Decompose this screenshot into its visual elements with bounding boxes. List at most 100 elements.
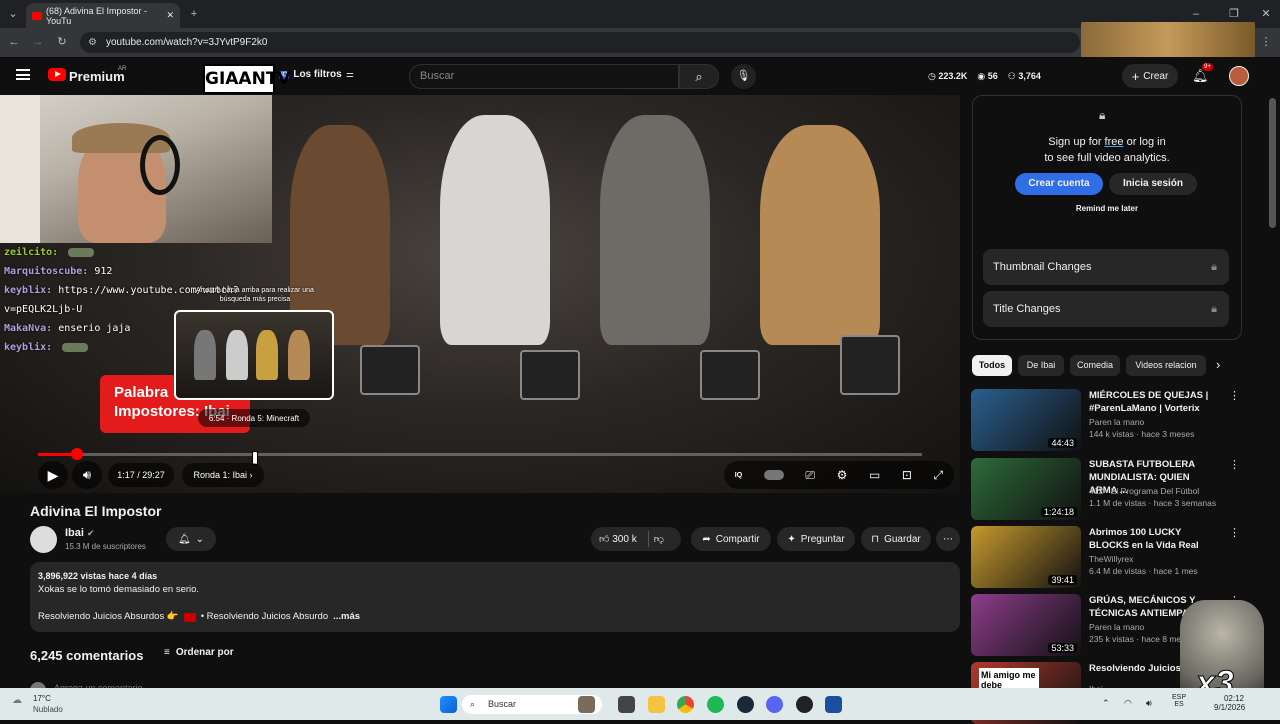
reload-icon[interactable]: ↻ bbox=[52, 32, 72, 52]
minimize-icon[interactable]: – bbox=[1186, 4, 1206, 24]
filters-label: Los filtros bbox=[293, 69, 342, 80]
remind-later-link[interactable]: Remind me later bbox=[973, 204, 1241, 213]
scrubber-handle[interactable] bbox=[70, 448, 83, 460]
related-title[interactable]: MIÉRCOLES DE QUEJAS | #ParenLaMano | Vor… bbox=[1089, 389, 1213, 415]
more-options-icon[interactable]: ⋮ bbox=[1229, 389, 1240, 402]
file-explorer-icon[interactable] bbox=[648, 696, 665, 713]
cast-icon[interactable]: ⊡ bbox=[902, 468, 912, 482]
clock[interactable]: 02:12 9/1/2026 bbox=[1214, 694, 1245, 712]
weather-temp[interactable]: 17°C bbox=[33, 694, 51, 703]
related-thumbnail[interactable]: 44:43 bbox=[971, 389, 1081, 451]
close-window-icon[interactable]: ✕ bbox=[1256, 4, 1276, 24]
windows-start-icon[interactable] bbox=[440, 696, 457, 713]
related-thumbnail[interactable]: 1:24:18 bbox=[971, 458, 1081, 520]
microphone-icon[interactable]: 🎙 bbox=[731, 64, 756, 89]
volume-icon[interactable]: 🔊︎ bbox=[72, 461, 102, 489]
related-channel[interactable]: 412 - El Programa Del Fútbol bbox=[1089, 486, 1199, 496]
maximize-icon[interactable]: ❐ bbox=[1224, 4, 1244, 24]
related-thumbnail[interactable]: 53:33 bbox=[971, 594, 1081, 656]
search-input[interactable]: Buscar bbox=[409, 64, 679, 89]
progress-bar[interactable] bbox=[38, 453, 922, 456]
related-thumbnail[interactable]: 39:41 bbox=[971, 526, 1081, 588]
related-channel[interactable]: Paren la mano bbox=[1089, 417, 1144, 427]
description-box[interactable]: 3,896,922 vistas hace 4 días Xokas se lo… bbox=[30, 562, 960, 632]
steam-icon[interactable] bbox=[737, 696, 754, 713]
forward-icon[interactable]: → bbox=[28, 32, 48, 52]
create-account-button[interactable]: Crear cuenta bbox=[1015, 173, 1103, 195]
share-button[interactable]: ➦ Compartir bbox=[691, 527, 771, 551]
analytics-message: Sign up for free or log in to see full v… bbox=[1044, 136, 1170, 164]
chip-de-ibai[interactable]: De Ibai bbox=[1018, 355, 1064, 376]
thumbnail-changes-row[interactable]: Thumbnail Changes 🔒︎ bbox=[983, 249, 1229, 285]
ask-button[interactable]: ✦ Preguntar bbox=[777, 527, 855, 551]
like-button[interactable]: 👍︎ 300 k bbox=[599, 533, 637, 545]
channel-avatar[interactable] bbox=[30, 526, 57, 553]
browser-menu-icon[interactable]: ⋮ bbox=[1256, 32, 1276, 52]
free-link[interactable]: free bbox=[1105, 136, 1124, 148]
chevron-right-icon[interactable]: › bbox=[1216, 357, 1220, 372]
volume-tray-icon[interactable]: 🔊︎ bbox=[1146, 698, 1152, 709]
description-link-2[interactable]: • Resolviendo Juicios Absurdo bbox=[201, 611, 328, 622]
search-icon[interactable]: ⌕ bbox=[679, 64, 719, 89]
related-video-item[interactable]: 44:43 MIÉRCOLES DE QUEJAS | #ParenLaMano … bbox=[971, 389, 1240, 451]
more-link[interactable]: ...más bbox=[333, 611, 360, 622]
autoplay-toggle[interactable] bbox=[763, 470, 784, 480]
back-icon[interactable]: ← bbox=[4, 32, 24, 52]
language-indicator[interactable]: ESP ES bbox=[1172, 694, 1186, 708]
browser-tab[interactable]: (68) Adivina El Impostor - YouTu ✕ bbox=[26, 3, 180, 28]
title-changes-row[interactable]: Title Changes 🔒︎ bbox=[983, 291, 1229, 327]
chip-videos-relacionados[interactable]: Videos relacion bbox=[1126, 355, 1206, 376]
more-actions-icon[interactable]: ⋯ bbox=[936, 527, 960, 551]
login-button[interactable]: Inicia sesión bbox=[1109, 173, 1197, 195]
more-options-icon[interactable]: ⋮ bbox=[1229, 458, 1240, 471]
url-bar[interactable]: ⚙ youtube.com/watch?v=3JYvtP9F2k0 bbox=[80, 32, 1080, 53]
theater-mode-icon[interactable]: ▭ bbox=[869, 468, 880, 482]
fullscreen-icon[interactable]: ⤢ bbox=[934, 468, 944, 483]
site-info-icon[interactable]: ⚙ bbox=[88, 32, 97, 53]
sort-button[interactable]: ≡ Ordenar por bbox=[164, 647, 234, 658]
windows-taskbar: ☁ 17°C Nublado ⌕ Buscar ESP ES 02:12 9/1/2… bbox=[0, 688, 1280, 720]
settings-gear-icon[interactable]: ⚙ bbox=[837, 468, 848, 482]
related-video-item[interactable]: 39:41 Abrimos 100 LUCKY BLOCKS en la Vida… bbox=[971, 526, 1240, 588]
new-tab-icon[interactable]: + bbox=[184, 4, 204, 24]
duration-badge: 53:33 bbox=[1048, 643, 1077, 653]
dislike-button[interactable]: 👎︎ bbox=[654, 533, 664, 545]
taskview-icon[interactable] bbox=[578, 696, 595, 713]
discord-icon[interactable] bbox=[766, 696, 783, 713]
menu-icon[interactable] bbox=[16, 69, 30, 80]
app-icon-2[interactable] bbox=[825, 696, 842, 713]
related-title[interactable]: Abrimos 100 LUCKY BLOCKS en la Vida Real bbox=[1089, 526, 1213, 552]
more-options-icon[interactable]: ⋮ bbox=[1229, 526, 1240, 539]
channel-name[interactable]: Ibai ✔ bbox=[65, 527, 95, 539]
premium-label[interactable]: Premium bbox=[69, 69, 125, 84]
tray-overflow-icon[interactable]: ⌃ bbox=[1102, 698, 1110, 709]
description-links: Resolviendo Juicios Absurdos 👉 • Resolvi… bbox=[38, 611, 360, 622]
play-button[interactable]: ▶ bbox=[38, 461, 68, 489]
description-link-1[interactable]: Resolviendo Juicios Absurdos 👉 bbox=[38, 611, 179, 622]
tab-list-icon[interactable]: ⌄ bbox=[3, 4, 23, 24]
wifi-icon[interactable]: ◠ bbox=[1124, 698, 1132, 709]
avatar[interactable] bbox=[1229, 66, 1249, 86]
like-dislike-group: 👍︎ 300 k 👎︎ bbox=[591, 527, 681, 551]
related-video-item[interactable]: 1:24:18 SUBASTA FUTBOLERA MUNDIALISTA: QU… bbox=[971, 458, 1240, 520]
chip-all[interactable]: Todos bbox=[972, 355, 1012, 376]
youtube-logo-icon[interactable] bbox=[48, 68, 66, 81]
chapter-button[interactable]: Ronda 1: Ibai › bbox=[182, 463, 264, 487]
obs-icon[interactable] bbox=[796, 696, 813, 713]
close-tab-icon[interactable]: ✕ bbox=[166, 10, 174, 21]
page-scrollbar[interactable] bbox=[1269, 98, 1276, 228]
chat-username: Marquitoscube: bbox=[4, 266, 89, 277]
chip-comedia[interactable]: Comedia bbox=[1070, 355, 1120, 376]
spotify-icon[interactable] bbox=[707, 696, 724, 713]
create-label: Crear bbox=[1143, 70, 1169, 82]
subtitles-icon[interactable]: ⎚ bbox=[805, 468, 815, 483]
create-button[interactable]: + Crear bbox=[1122, 64, 1178, 88]
video-case-4 bbox=[840, 335, 900, 395]
save-button[interactable]: ⊓ Guardar bbox=[861, 527, 931, 551]
iq-extension-icon[interactable]: IQ bbox=[735, 472, 742, 479]
related-channel[interactable]: TheWillyrex bbox=[1089, 554, 1133, 564]
chrome-icon[interactable] bbox=[677, 696, 694, 713]
app-icon[interactable] bbox=[618, 696, 635, 713]
related-channel[interactable]: Paren la mano bbox=[1089, 622, 1144, 632]
subscription-bell-button[interactable]: 🔔︎ ⌄ bbox=[166, 527, 216, 551]
